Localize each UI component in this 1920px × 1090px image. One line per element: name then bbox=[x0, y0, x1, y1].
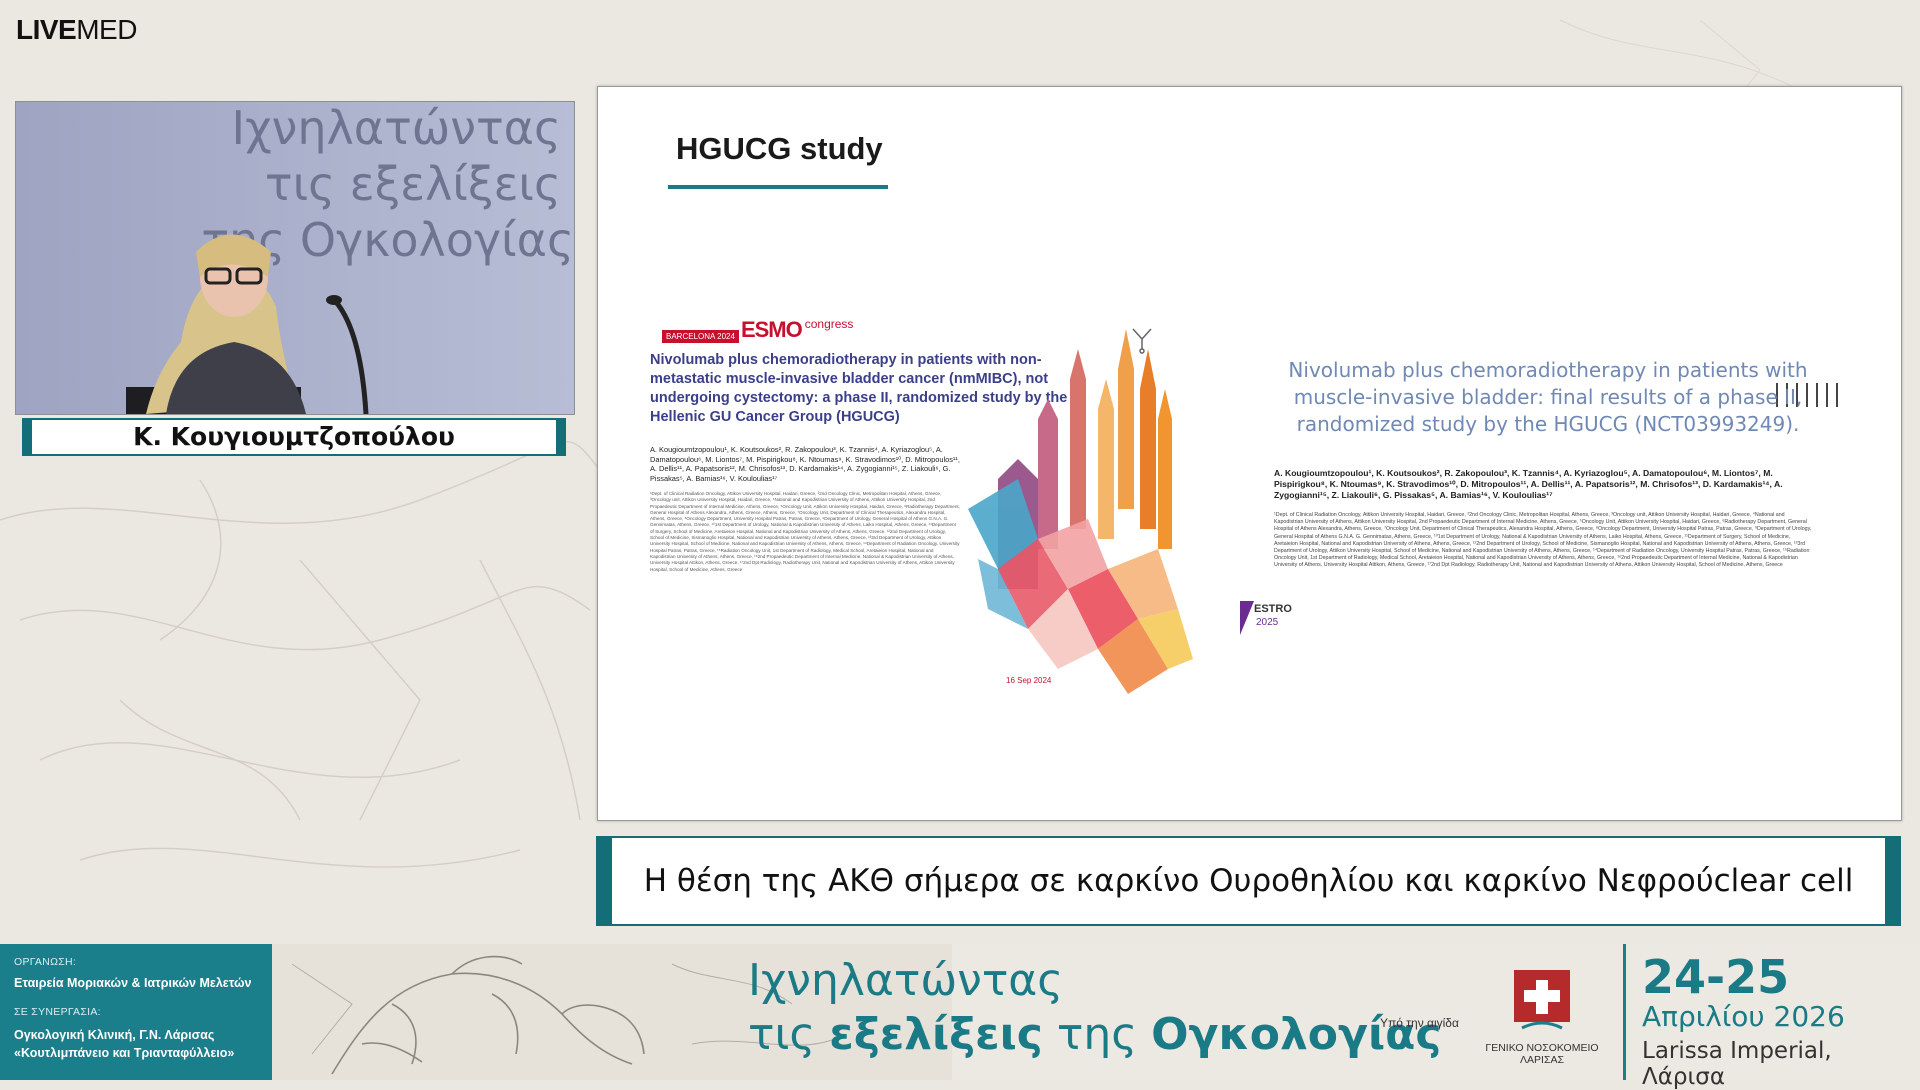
session-subtitle-bar: Η θέση της ΑΚΘ σήμερα σε καρκίνο Ουροθηλ… bbox=[596, 836, 1901, 926]
hospital-logo: ΓΕΝΙΚΟ ΝΟΣΟΚΟΜΕΙΟ ΛΑΡΙΣΑΣ bbox=[1474, 968, 1610, 1066]
esmo-poster: BARCELONA 2024 ESMO congress Nivolumab p… bbox=[638, 309, 1198, 699]
collaboration-line-1: Ογκολογική Κλινική, Γ.Ν. Λάρισας bbox=[14, 1028, 215, 1042]
slide-title: HGUCG study bbox=[676, 131, 883, 166]
backdrop-line-2: τις εξελίξεις bbox=[265, 157, 561, 211]
hospital-name: ΓΕΝΙΚΟ ΝΟΣΟΚΟΜΕΙΟ ΛΑΡΙΣΑΣ bbox=[1485, 1042, 1599, 1066]
collaboration-label: ΣΕ ΣΥΝΕΡΓΑΣΙΑ: bbox=[14, 1006, 101, 1018]
collaboration-line-2: «Κουτλιμπάνειο και Τριανταφύλλειο» bbox=[14, 1046, 235, 1060]
slide-title-underline bbox=[668, 185, 888, 189]
esmo-poster-date: 16 Sep 2024 bbox=[1006, 676, 1052, 685]
estro-poster-authors: A. Kougioumtzopoulou¹, K. Koutsoukos², R… bbox=[1274, 468, 1783, 500]
esmo-poster-authors: A. Kougioumtzopoulou¹, K. Koutsoukos², R… bbox=[650, 445, 960, 483]
esmo-congress-logo: BARCELONA 2024 ESMO congress bbox=[662, 317, 853, 343]
session-subtitle: Η θέση της ΑΚΘ σήμερα σε καρκίνο Ουροθηλ… bbox=[643, 863, 1854, 899]
organizer-panel: ΟΡΓΑΝΩΣΗ: Εταιρεία Μοριακών & Ιατρικών Μ… bbox=[0, 944, 272, 1080]
banner-divider bbox=[1623, 944, 1626, 1080]
event-venue: Larissa Imperial, Λάρισα bbox=[1642, 1038, 1832, 1090]
backdrop-line-1: Ιχνηλατώντας bbox=[232, 102, 561, 155]
event-banner: ΟΡΓΑΝΩΣΗ: Εταιρεία Μοριακών & Ιατρικών Μ… bbox=[0, 944, 1920, 1090]
organizer-name: Εταιρεία Μοριακών & Ιατρικών Μελετών bbox=[14, 976, 252, 990]
barcelona-skyline-artwork bbox=[968, 328, 1193, 694]
speaker-video: Ιχνηλατώντας τις εξελίξεις της Ογκολογία… bbox=[15, 101, 575, 415]
speaker-name: Κ. Κουγιουμτζοπούλου bbox=[133, 422, 455, 451]
event-month: Απριλίου 2026 bbox=[1642, 1000, 1845, 1033]
event-title: Ιχνηλατώντας τις εξελίξεις της Ογκολογία… bbox=[748, 955, 1442, 1060]
estro-logo: ESTRO 2025 bbox=[1240, 601, 1292, 635]
hospital-emblem-icon bbox=[1514, 970, 1570, 1030]
organizer-label: ΟΡΓΑΝΩΣΗ: bbox=[14, 956, 77, 968]
esmo-poster-affiliations: ¹Dept. of Clinical Radiation Oncology, A… bbox=[650, 491, 960, 572]
estro-poster: Nivolumab plus chemoradiotherapy in pati… bbox=[1228, 287, 1868, 717]
speaker-name-bar: Κ. Κουγιουμτζοπούλου bbox=[22, 418, 566, 456]
presentation-slide: HGUCG study BARCELONA 2024 ESMO congress… bbox=[597, 86, 1902, 821]
aegis-label: Υπό την αιγίδα bbox=[1380, 1016, 1459, 1030]
estro-poster-title: Nivolumab plus chemoradiotherapy in pati… bbox=[1288, 358, 1808, 436]
livemed-logo: LIVEMED bbox=[16, 14, 137, 45]
estro-poster-affiliations: ¹Dept. of Clinical Radiation Oncology, A… bbox=[1274, 512, 1812, 569]
event-dates: 24-25 bbox=[1642, 950, 1790, 1004]
